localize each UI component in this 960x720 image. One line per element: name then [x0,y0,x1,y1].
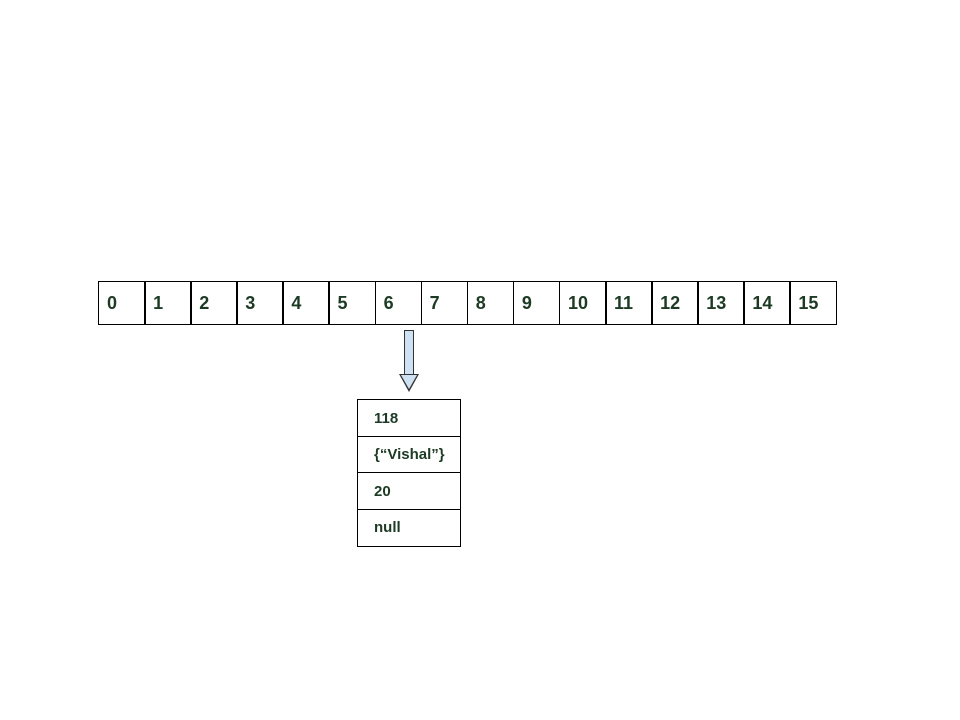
array-cell: 11 [605,281,653,325]
array-cell: 12 [651,281,699,325]
array-cell: 2 [190,281,238,325]
array-cell: 4 [282,281,330,325]
array-cell: 13 [697,281,745,325]
array-cell: 0 [98,281,146,325]
array-cell: 15 [789,281,837,325]
array-cell: 7 [421,281,469,325]
array-cell: 3 [236,281,284,325]
array-cell: 14 [743,281,791,325]
node-field: 118 [357,399,461,437]
node-field: 20 [357,472,461,510]
node-field: {“Vishal”} [357,436,461,474]
array-cell: 8 [467,281,515,325]
array-cell: 5 [328,281,376,325]
array-cell: 10 [559,281,607,325]
array-cell: 6 [375,281,423,325]
array-cell: 9 [513,281,561,325]
arrow-down-icon [399,330,419,392]
linked-node: 118 {“Vishal”} 20 null [357,399,461,547]
hash-array-row: 0 1 2 3 4 5 6 7 8 9 10 11 12 13 14 15 [98,281,837,325]
node-field: null [357,509,461,547]
array-cell: 1 [144,281,192,325]
